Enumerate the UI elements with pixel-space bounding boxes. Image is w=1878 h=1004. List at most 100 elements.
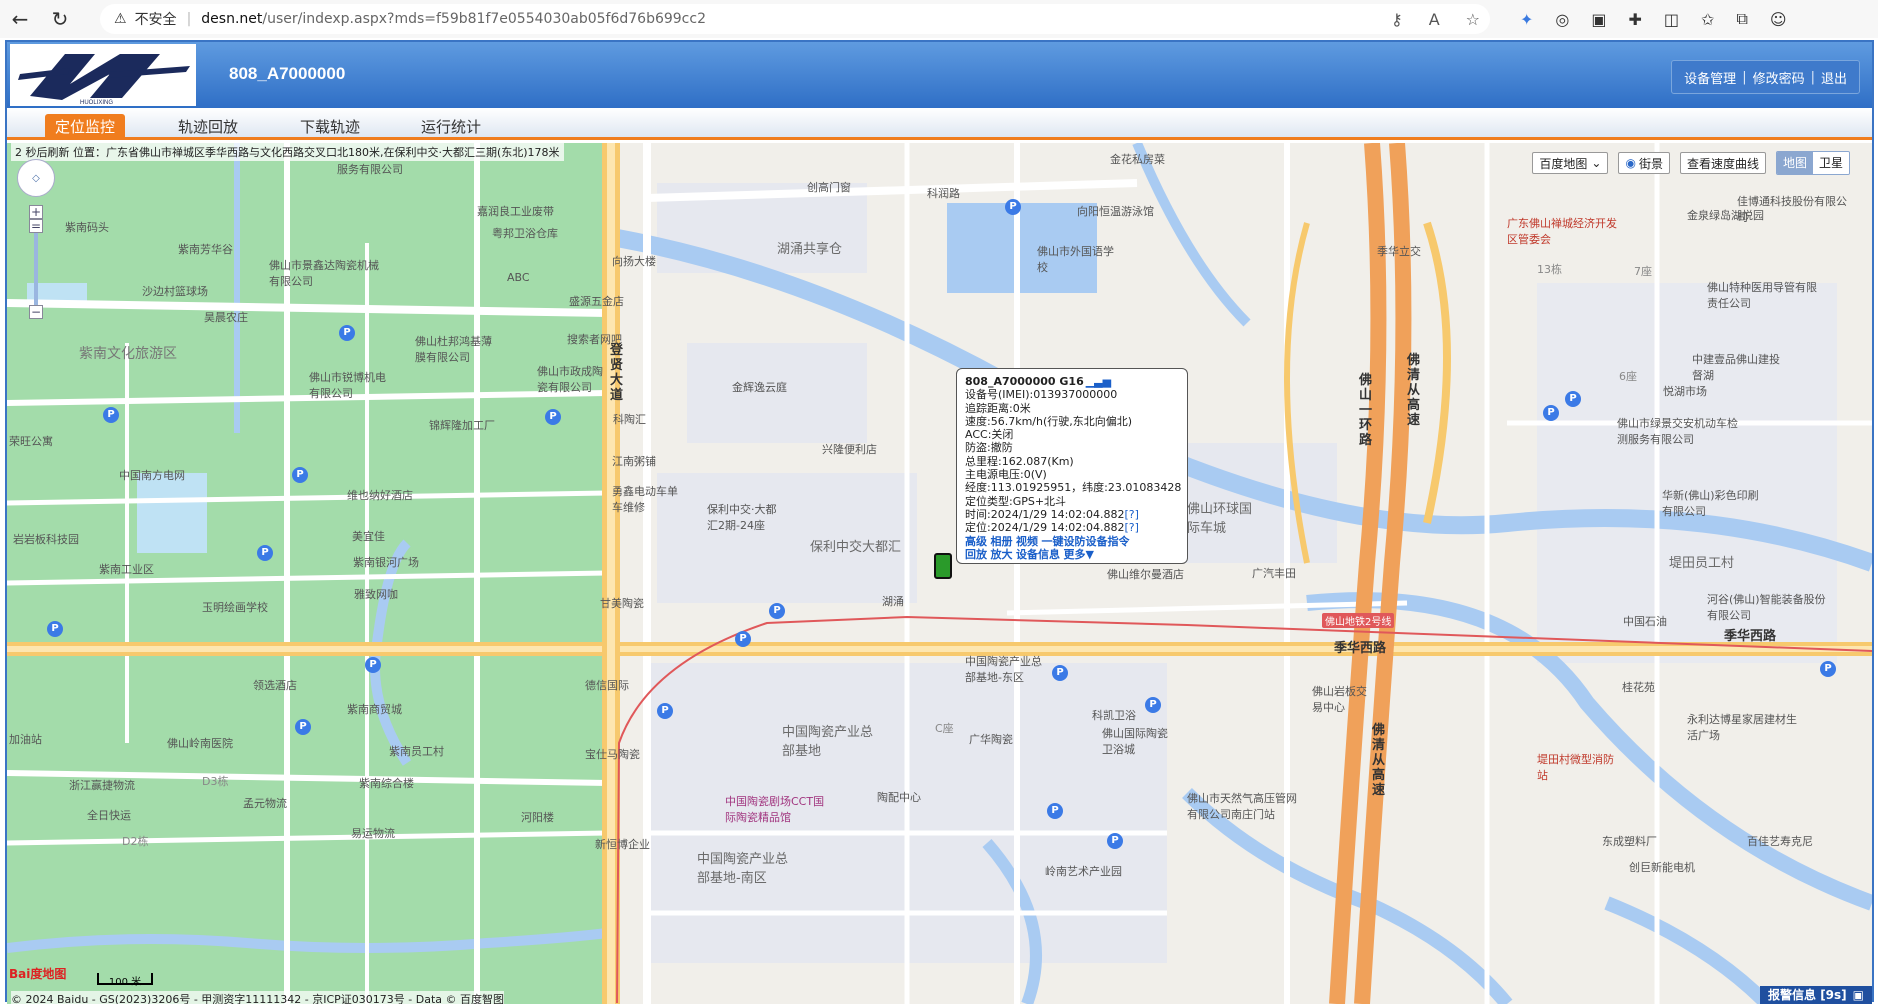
map-label: 向扬大楼 bbox=[612, 255, 656, 268]
logout-link[interactable]: 退出 bbox=[1821, 68, 1847, 87]
map-label: 中国陶瓷剧场CCT国际陶瓷精品馆 bbox=[725, 795, 825, 824]
map-label: 浙江赢捷物流 bbox=[69, 779, 135, 792]
playback-link[interactable]: 回放 bbox=[965, 548, 987, 561]
time-help-link[interactable]: [?] bbox=[1125, 508, 1139, 521]
video-link[interactable]: 视频 bbox=[1016, 535, 1038, 548]
map-label: 江南粥铺 bbox=[612, 455, 656, 468]
split-screen-icon[interactable]: ◫ bbox=[1664, 10, 1679, 29]
map-label: 永利达博星家居建材生活广场 bbox=[1687, 713, 1797, 742]
map-label: C座 bbox=[935, 722, 954, 735]
read-aloud-icon[interactable]: A bbox=[1429, 10, 1440, 29]
extension-1-icon[interactable]: ✦ bbox=[1520, 10, 1533, 29]
speed-curve-button[interactable]: 查看速度曲线 bbox=[1679, 152, 1766, 174]
map-label: 佳博通科技股份有限公司 bbox=[1737, 195, 1847, 224]
map-label: 悦湖市场 bbox=[1663, 385, 1707, 398]
parking-icon[interactable]: P bbox=[769, 603, 785, 619]
profile-icon[interactable]: ☺ bbox=[1770, 10, 1787, 29]
parking-icon[interactable]: P bbox=[735, 631, 751, 647]
parking-icon[interactable]: P bbox=[657, 703, 673, 719]
favorites-icon[interactable]: ✩ bbox=[1701, 10, 1714, 29]
puzzle-icon[interactable]: ✚ bbox=[1629, 10, 1642, 29]
map-label: 昊晨农庄 bbox=[204, 311, 248, 324]
info-acc: ACC:关闭 bbox=[965, 428, 1014, 442]
url-host: desn.net bbox=[201, 11, 263, 27]
extension-2-icon[interactable]: ◎ bbox=[1555, 10, 1569, 29]
album-link[interactable]: 相册 bbox=[991, 535, 1013, 548]
favorite-star-icon[interactable]: ☆ bbox=[1466, 10, 1480, 29]
zoom-out-button[interactable]: − bbox=[29, 305, 43, 319]
map-label: 桂花苑 bbox=[1622, 681, 1655, 694]
pan-control[interactable]: ◇ bbox=[17, 159, 55, 197]
zoom-in-button[interactable]: + bbox=[29, 205, 43, 219]
parking-icon[interactable]: P bbox=[257, 545, 273, 561]
vehicle-marker[interactable] bbox=[934, 553, 952, 579]
parking-icon[interactable]: P bbox=[47, 621, 63, 637]
parking-icon[interactable]: P bbox=[1145, 697, 1161, 713]
baidu-map-logo: Bai度地图 bbox=[9, 967, 67, 981]
map-label: 河阳楼 bbox=[521, 811, 554, 824]
parking-icon[interactable]: P bbox=[1005, 199, 1021, 215]
map-label: 紫南银河广场 bbox=[353, 556, 419, 569]
map-canvas[interactable]: 2 秒后刷新 位置：广东省佛山市禅城区季华西路与文化西路交叉口北180米,在保利… bbox=[7, 143, 1872, 1004]
zoom-handle[interactable]: = bbox=[29, 219, 43, 233]
map-label: 玉明绘画学校 bbox=[202, 601, 268, 614]
map-label: 保利中交大都汇 bbox=[810, 540, 902, 555]
map-label: 甘美陶瓷 bbox=[600, 597, 644, 610]
map-scale: 100 米 bbox=[97, 973, 153, 988]
parking-icon[interactable]: P bbox=[545, 409, 561, 425]
position-help-link[interactable]: [?] bbox=[1125, 521, 1139, 534]
map-label: 中国陶瓷产业总部基地-东区 bbox=[965, 655, 1042, 684]
extension-3-icon[interactable]: ▣ bbox=[1591, 10, 1606, 29]
device-management-link[interactable]: 设备管理 bbox=[1684, 68, 1736, 87]
more-link[interactable]: 更多▼ bbox=[1064, 548, 1094, 561]
info-title: 808_A7000000 G16 bbox=[965, 375, 1084, 388]
alarm-info-button[interactable]: 报警信息 [9s] ▣ bbox=[1760, 986, 1872, 1004]
road-label: 登贤大道 bbox=[610, 343, 624, 403]
refresh-icon[interactable]: ↻ bbox=[40, 0, 80, 38]
parking-icon[interactable]: P bbox=[1107, 833, 1123, 849]
map-provider-select[interactable]: 百度地图 ⌄ bbox=[1532, 152, 1609, 174]
parking-icon[interactable]: P bbox=[295, 719, 311, 735]
road-label: 佛清从高速 bbox=[1407, 353, 1421, 428]
info-coordinates: 经度:113.01925951，纬度:23.01083428 bbox=[965, 481, 1182, 495]
chevron-down-icon: ⌄ bbox=[1591, 156, 1602, 170]
parking-icon[interactable]: P bbox=[1565, 391, 1581, 407]
insecure-label: 不安全 bbox=[134, 12, 177, 28]
parking-icon[interactable]: P bbox=[1820, 661, 1836, 677]
tab-location-monitor[interactable]: 定位监控 bbox=[45, 114, 126, 140]
zoom-in-link[interactable]: 放大 bbox=[991, 548, 1013, 561]
tab-track-playback[interactable]: 轨迹回放 bbox=[168, 114, 248, 140]
arm-command-link[interactable]: 一键设防设备指令 bbox=[1042, 535, 1130, 548]
road-label: 季华西路 bbox=[1334, 641, 1387, 656]
change-password-link[interactable]: 修改密码 bbox=[1753, 68, 1805, 87]
back-icon[interactable]: ← bbox=[0, 0, 40, 38]
map-type-map[interactable]: 地图 bbox=[1776, 152, 1813, 174]
parking-icon[interactable]: P bbox=[1047, 803, 1063, 819]
map-controls: 百度地图 ⌄ ◉ 街景 查看速度曲线 地图 卫星 bbox=[1532, 151, 1850, 175]
street-view-button[interactable]: ◉ 街景 bbox=[1618, 152, 1670, 174]
info-time: 时间:2024/1/29 14:02:04.882 bbox=[965, 507, 1125, 521]
tab-download-track[interactable]: 下载轨迹 bbox=[290, 114, 370, 140]
map-label: 佛山市绿景交安机动车检测服务有限公司 bbox=[1617, 417, 1738, 446]
tab-run-statistics[interactable]: 运行统计 bbox=[411, 114, 491, 140]
map-label: 佛山市景鑫达陶瓷机械有限公司 bbox=[269, 259, 379, 288]
parking-icon[interactable]: P bbox=[339, 325, 355, 341]
map-label: 6座 bbox=[1619, 370, 1637, 383]
parking-icon[interactable]: P bbox=[365, 657, 381, 673]
logo-text: HUOLIXING bbox=[80, 100, 113, 106]
key-icon[interactable]: ⚷ bbox=[1391, 10, 1403, 29]
parking-icon[interactable]: P bbox=[1543, 405, 1559, 421]
map-type-satellite[interactable]: 卫星 bbox=[1812, 152, 1849, 174]
parking-icon[interactable]: P bbox=[103, 407, 119, 423]
map-label: 易运物流 bbox=[351, 827, 395, 840]
device-info-link[interactable]: 设备信息 bbox=[1016, 548, 1060, 561]
map-label: 宝仕马陶瓷 bbox=[585, 748, 640, 761]
map-label: 佛山特种医用导管有限责任公司 bbox=[1707, 281, 1817, 310]
map-label: 金辉逸云庭 bbox=[732, 381, 787, 394]
parking-icon[interactable]: P bbox=[292, 467, 308, 483]
address-bar[interactable]: ⚠ 不安全 | desn.net/user/indexp.aspx?mds=f5… bbox=[100, 4, 1490, 34]
advanced-link[interactable]: 高级 bbox=[965, 535, 987, 548]
parking-icon[interactable]: P bbox=[1052, 665, 1068, 681]
app-frame: HUOLIXING 808_A7000000 设备管理 | 修改密码 | 退出 … bbox=[5, 40, 1874, 1004]
collections-icon[interactable]: ⧉ bbox=[1736, 9, 1747, 29]
